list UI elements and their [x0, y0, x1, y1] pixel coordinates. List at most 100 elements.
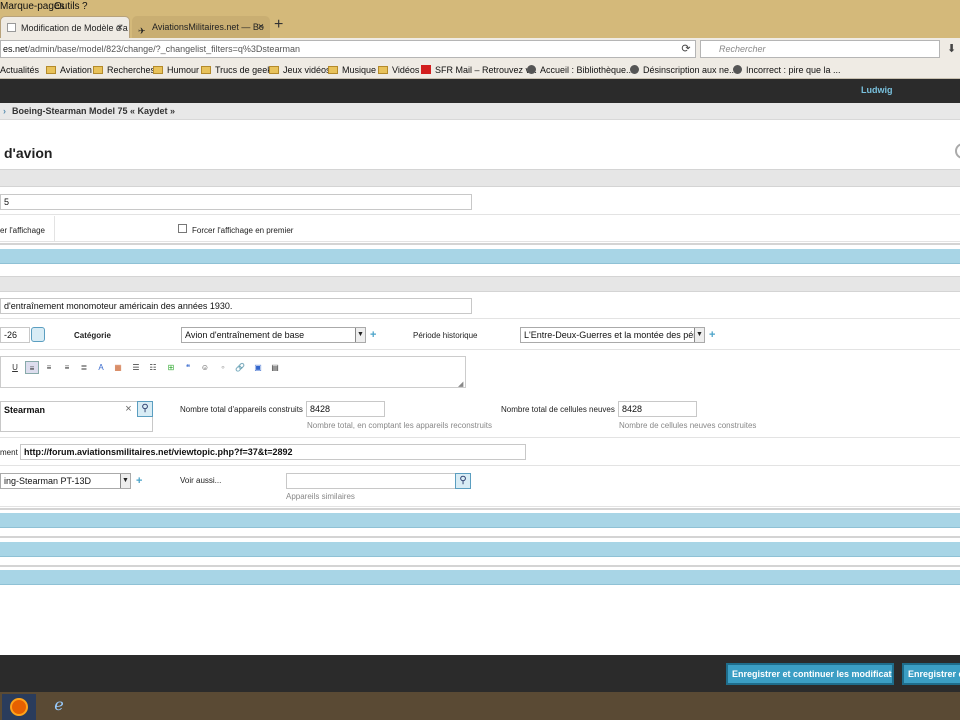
- bookmark-desinscription[interactable]: Désinscription aux ne...: [630, 65, 737, 75]
- reload-icon[interactable]: ⟳: [676, 40, 696, 58]
- os-taskbar: [0, 692, 960, 720]
- calendar-icon[interactable]: [31, 327, 45, 342]
- firefox-taskbar-button[interactable]: [2, 694, 36, 720]
- smiley-icon[interactable]: ☺: [198, 361, 212, 374]
- url-path: /admin/base/model/823/change/?_changelis…: [27, 44, 300, 54]
- built-field[interactable]: 8428: [306, 401, 385, 417]
- bullet-list-icon[interactable]: ☰: [129, 361, 143, 374]
- cells-field[interactable]: 8428: [618, 401, 697, 417]
- menu-tools[interactable]: Outils: [54, 1, 80, 12]
- form-row-display: er l'affichage Forcer l'affichage en pre…: [0, 216, 960, 242]
- url-bar[interactable]: es.net/admin/base/model/823/change/?_cha…: [0, 40, 696, 58]
- collapsible-section-bar[interactable]: [0, 247, 960, 264]
- close-tab-icon[interactable]: ×: [258, 16, 264, 38]
- globe-icon: [630, 65, 639, 74]
- download-icon[interactable]: ⬇: [947, 42, 956, 55]
- insert-table-icon[interactable]: ⊞: [164, 361, 178, 374]
- bookmark-musique[interactable]: Musique: [328, 65, 376, 75]
- tab-forum[interactable]: ✈ AviationsMilitaires.net — Bo ×: [132, 16, 270, 38]
- forum-link-field[interactable]: http://forum.aviationsmilitaires.net/vie…: [20, 444, 526, 460]
- add-category-icon[interactable]: +: [370, 329, 376, 341]
- align-justify-icon[interactable]: ≣: [77, 361, 91, 374]
- tab-label: Modification de Modèle d'a: [21, 23, 128, 33]
- bookmark-aviation[interactable]: Aviation: [46, 65, 92, 75]
- highlight-icon[interactable]: ▦: [111, 361, 125, 374]
- search-icon[interactable]: ⚲: [137, 401, 153, 417]
- add-period-icon[interactable]: +: [709, 329, 715, 341]
- see-also-field[interactable]: [286, 473, 456, 489]
- tab-admin-edit[interactable]: Modification de Modèle d'a ×: [0, 16, 130, 38]
- align-right-icon[interactable]: ≡: [60, 361, 74, 374]
- forum-label: ment :: [0, 448, 23, 457]
- description-field[interactable]: d'entraînement monomoteur américain des …: [0, 298, 472, 314]
- link-icon[interactable]: 🔗: [233, 361, 247, 374]
- image-icon[interactable]: ▣: [251, 361, 265, 374]
- user-link[interactable]: Ludwig: [861, 85, 893, 95]
- resize-handle-icon[interactable]: ◢: [458, 380, 463, 388]
- breadcrumb: › Boeing-Stearman Model 75 « Kaydet »: [0, 103, 960, 120]
- unlink-icon[interactable]: ⚬: [216, 361, 230, 374]
- bookmark-recherches[interactable]: Recherches: [93, 65, 155, 75]
- bookmark-sfr-mail[interactable]: SFR Mail – Retrouvez v...: [421, 65, 537, 75]
- date-field[interactable]: -26: [0, 327, 30, 343]
- divider: [0, 243, 960, 245]
- bookmark-humour[interactable]: Humour: [153, 65, 199, 75]
- period-label: Période historique: [413, 331, 478, 340]
- plane-icon: ✈: [138, 26, 146, 36]
- collapsible-section-bar[interactable]: [0, 511, 960, 528]
- bookmark-trucs-de-geek[interactable]: Trucs de geek: [201, 65, 272, 75]
- category-select[interactable]: Avion d'entraînement de base ▼: [181, 327, 366, 343]
- folder-icon: [93, 66, 103, 74]
- bookmark-accueil-bibliotheque[interactable]: Accueil : Bibliothèque...: [527, 65, 634, 75]
- history-circle-icon[interactable]: [955, 143, 960, 159]
- collapsible-section-bar[interactable]: [0, 540, 960, 557]
- folder-icon: [46, 66, 56, 74]
- sfr-icon: [421, 65, 431, 74]
- form-row-forum: ment : http://forum.aviationsmilitaires.…: [0, 439, 960, 466]
- clear-icon[interactable]: ×: [121, 401, 136, 417]
- fieldset-header: [0, 276, 960, 292]
- bookmark-incorrect[interactable]: Incorrect : pire que la ...: [733, 65, 841, 75]
- form-row-variants: ing-Stearman PT-13D ▼ + Voir aussi... ⚲ A…: [0, 467, 960, 507]
- variant-value: ing-Stearman PT-13D: [4, 476, 92, 486]
- align-center-icon[interactable]: ≡: [42, 361, 56, 374]
- see-also-hint: Appareils similaires: [286, 492, 355, 501]
- divider: [0, 565, 960, 567]
- bookmarks-bar: Actualités Aviation Recherches Humour Tr…: [0, 60, 960, 79]
- internet-explorer-icon[interactable]: ℯ: [48, 695, 70, 717]
- align-left-icon[interactable]: ≡: [25, 361, 39, 374]
- text-color-icon[interactable]: A: [94, 361, 108, 374]
- search-input[interactable]: Rechercher: [700, 40, 940, 58]
- menu-help[interactable]: ?: [82, 1, 88, 12]
- underline-icon[interactable]: U: [8, 361, 22, 374]
- variant-select[interactable]: ing-Stearman PT-13D ▼: [0, 473, 131, 489]
- built-hint: Nombre total, en comptant les appareils …: [307, 421, 492, 430]
- media-icon[interactable]: ▤: [268, 361, 282, 374]
- divider: [0, 508, 960, 510]
- collapsible-section-bar[interactable]: [0, 568, 960, 585]
- chevron-down-icon: ▼: [694, 328, 704, 342]
- name-field[interactable]: 5: [0, 194, 472, 210]
- close-tab-icon[interactable]: ×: [117, 17, 123, 38]
- built-label: Nombre total d'appareils construits: [180, 405, 303, 414]
- breadcrumb-arrow-icon: ›: [3, 106, 6, 116]
- page-title: d'avion: [4, 145, 53, 161]
- bookmark-jeux-videos[interactable]: Jeux vidéos: [269, 65, 331, 75]
- numbered-list-icon[interactable]: ☷: [146, 361, 160, 374]
- force-first-checkbox[interactable]: [178, 224, 187, 233]
- quote-icon[interactable]: ❝: [181, 361, 195, 374]
- cells-hint: Nombre de cellules neuves construites: [619, 421, 757, 430]
- search-icon[interactable]: ⚲: [455, 473, 471, 489]
- fieldset-header: [0, 169, 960, 187]
- save-button[interactable]: Enregistrer et: [902, 663, 960, 685]
- add-variant-icon[interactable]: +: [136, 475, 142, 487]
- category-label: Catégorie: [74, 331, 111, 340]
- force-display-label: er l'affichage: [0, 226, 45, 235]
- breadcrumb-current: Boeing-Stearman Model 75 « Kaydet »: [12, 106, 176, 116]
- period-select[interactable]: L'Entre-Deux-Guerres et la montée des pé…: [520, 327, 705, 343]
- new-tab-button[interactable]: +: [274, 16, 283, 34]
- bookmark-actualites[interactable]: Actualités: [0, 65, 39, 75]
- bookmark-videos[interactable]: Vidéos: [378, 65, 419, 75]
- see-also-label: Voir aussi...: [180, 476, 222, 485]
- save-continue-button[interactable]: Enregistrer et continuer les modificatio…: [726, 663, 894, 685]
